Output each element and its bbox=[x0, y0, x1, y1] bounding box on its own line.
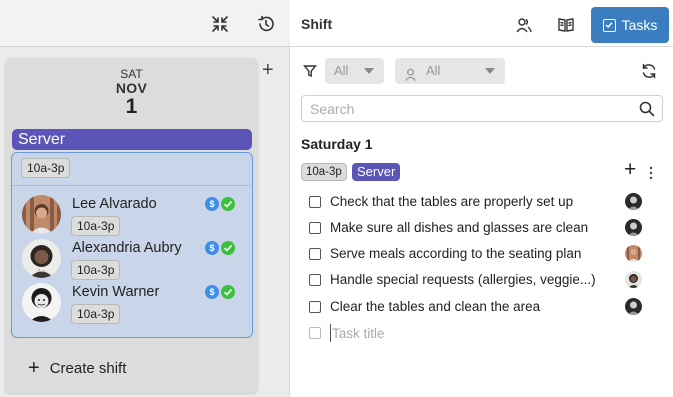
shift-person[interactable]: Kevin Warner 10a-3p $ bbox=[22, 283, 250, 327]
day-number: 1 bbox=[125, 95, 138, 118]
more-vertical-icon[interactable] bbox=[649, 166, 653, 185]
check-badge-icon bbox=[221, 241, 235, 255]
role-filter-value: All bbox=[334, 63, 349, 78]
panel-title: Shift bbox=[301, 16, 333, 32]
task-checkbox[interactable] bbox=[309, 248, 321, 260]
avatar bbox=[625, 271, 642, 288]
shift-time-tag: 10a-3p bbox=[301, 163, 347, 181]
right-toolbar: Shift Tasks bbox=[290, 0, 673, 47]
person-filter-value: All bbox=[426, 63, 441, 78]
book-icon[interactable] bbox=[554, 13, 578, 37]
add-shift-plus-icon[interactable]: + bbox=[262, 60, 274, 80]
avatar bbox=[22, 195, 61, 234]
left-toolbar bbox=[0, 0, 290, 47]
day-header: SAT NOV 1 bbox=[5, 68, 258, 117]
search-input[interactable] bbox=[310, 100, 630, 118]
task-item[interactable]: Make sure all dishes and glasses are cle… bbox=[309, 219, 664, 239]
task-checkbox[interactable] bbox=[309, 301, 321, 313]
checkbox-icon bbox=[602, 18, 616, 32]
search-box bbox=[301, 95, 663, 122]
task-text: Check that the tables are properly set u… bbox=[330, 194, 574, 209]
person-time-tag: 10a-3p bbox=[71, 260, 121, 280]
dollar-badge-icon: $ bbox=[205, 241, 219, 255]
filter-row: All All bbox=[290, 58, 673, 84]
new-task-row[interactable] bbox=[309, 324, 664, 344]
collapse-icon[interactable] bbox=[208, 12, 232, 36]
search-icon[interactable] bbox=[639, 101, 655, 122]
avatar bbox=[22, 239, 61, 278]
task-checkbox[interactable] bbox=[309, 196, 321, 208]
month: NOV bbox=[115, 80, 148, 96]
shift-detail-pane: Shift Tasks All All Search Saturday 1 10… bbox=[290, 0, 673, 397]
task-text: Handle special requests (allergies, vegg… bbox=[330, 272, 596, 287]
task-group-header: 10a-3p Server + bbox=[301, 159, 673, 185]
shift-card[interactable]: 10a-3p Lee Alvarado 10a-3p $ Alexandria … bbox=[11, 152, 253, 338]
avatar bbox=[22, 283, 61, 322]
add-task-plus-icon[interactable]: + bbox=[624, 159, 636, 181]
task-item[interactable]: Check that the tables are properly set u… bbox=[309, 193, 664, 213]
task-title-input[interactable] bbox=[330, 324, 610, 342]
person-name: Kevin Warner bbox=[72, 284, 160, 300]
task-item[interactable]: Clear the tables and clean the area bbox=[309, 298, 664, 318]
create-shift-label: Create shift bbox=[49, 359, 127, 377]
role-pill: Server bbox=[352, 163, 401, 181]
refresh-icon[interactable] bbox=[637, 59, 661, 83]
person-time-tag: 10a-3p bbox=[71, 216, 121, 236]
chevron-down-icon bbox=[364, 68, 374, 74]
person-time-tag: 10a-3p bbox=[71, 304, 121, 324]
role-filter-select[interactable]: All bbox=[325, 58, 384, 84]
history-icon[interactable] bbox=[254, 12, 278, 36]
task-item[interactable]: Handle special requests (allergies, vegg… bbox=[309, 271, 664, 291]
task-checkbox bbox=[309, 327, 321, 339]
task-item[interactable]: Serve meals according to the seating pla… bbox=[309, 245, 664, 265]
filter-icon[interactable] bbox=[298, 59, 322, 83]
avatar bbox=[625, 298, 642, 315]
role-bar-server[interactable]: Server bbox=[12, 129, 252, 150]
shift-person[interactable]: Lee Alvarado 10a-3p $ bbox=[22, 195, 250, 239]
tasks-tab-button[interactable]: Tasks bbox=[591, 7, 669, 43]
day-title: Saturday 1 bbox=[301, 136, 373, 152]
task-checkbox[interactable] bbox=[309, 274, 321, 286]
people-icon[interactable] bbox=[512, 13, 536, 37]
person-name: Lee Alvarado bbox=[72, 196, 157, 212]
shift-person[interactable]: Alexandria Aubry 10a-3p $ bbox=[22, 239, 250, 283]
task-text: Make sure all dishes and glasses are cle… bbox=[330, 220, 589, 235]
schedule-pane: SAT NOV 1 + Server 10a-3p Lee Alvarado 1… bbox=[0, 0, 290, 397]
plus-icon: + bbox=[28, 357, 40, 379]
dollar-badge-icon: $ bbox=[205, 197, 219, 211]
dollar-badge-icon: $ bbox=[205, 285, 219, 299]
person-icon bbox=[404, 64, 417, 90]
check-badge-icon bbox=[221, 285, 235, 299]
avatar bbox=[625, 193, 642, 210]
shift-time-tag: 10a-3p bbox=[21, 158, 71, 178]
task-checkbox[interactable] bbox=[309, 222, 321, 234]
task-text: Clear the tables and clean the area bbox=[330, 299, 541, 314]
create-shift-button[interactable]: + Create shift bbox=[28, 358, 126, 378]
person-name: Alexandria Aubry bbox=[72, 240, 182, 256]
avatar bbox=[625, 245, 642, 262]
day-of-week: SAT bbox=[120, 67, 143, 81]
tasks-label: Tasks bbox=[621, 17, 658, 33]
chevron-down-icon bbox=[485, 68, 495, 74]
task-text: Serve meals according to the seating pla… bbox=[330, 246, 582, 261]
divider bbox=[12, 185, 251, 186]
check-badge-icon bbox=[221, 197, 235, 211]
person-filter-select[interactable]: All bbox=[395, 58, 505, 84]
avatar bbox=[625, 219, 642, 236]
